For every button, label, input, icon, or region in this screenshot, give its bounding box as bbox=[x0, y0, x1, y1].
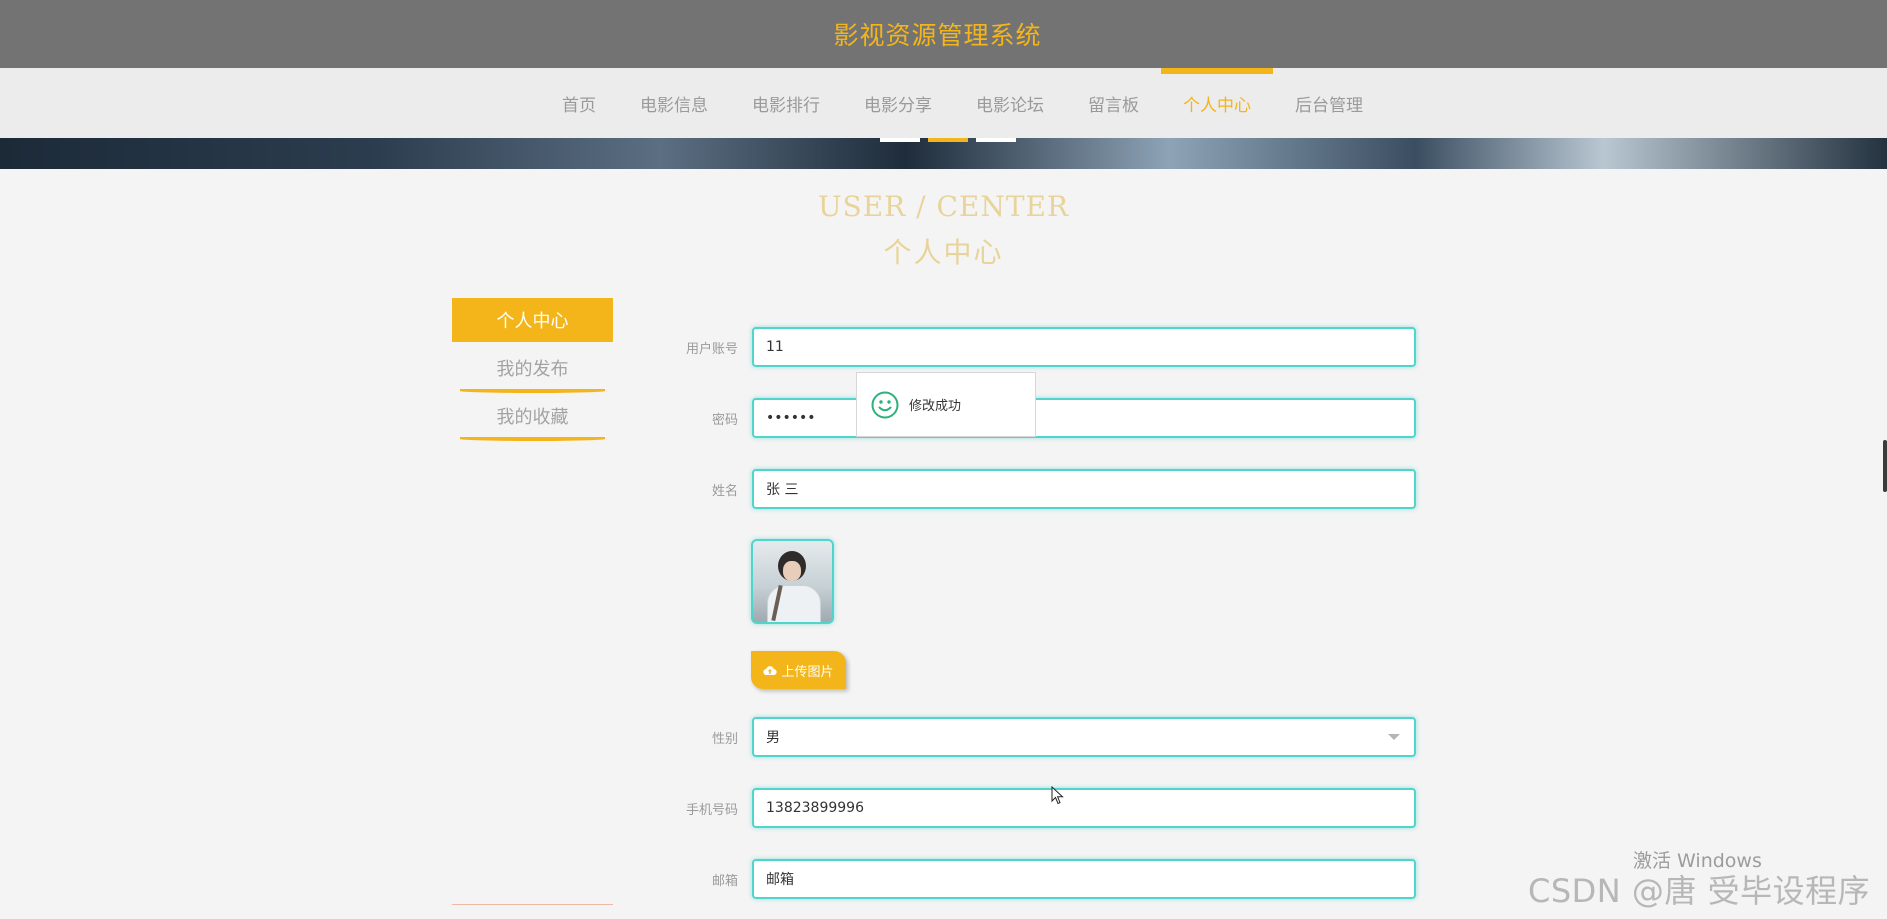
nav-item-home[interactable]: 首页 bbox=[540, 68, 618, 138]
form-row-gender: 性别 男 bbox=[660, 717, 1416, 757]
gender-select[interactable]: 男 bbox=[752, 717, 1416, 757]
section-title-cn: 个人中心 bbox=[883, 236, 1004, 269]
email-input[interactable]: 邮箱 bbox=[752, 859, 1416, 899]
success-toast: 修改成功 bbox=[856, 372, 1036, 437]
main-nav: 首页 电影信息 电影排行 电影分享 电影论坛 留言板 个人中心 后台管理 bbox=[0, 68, 1887, 138]
mouse-cursor-icon bbox=[1051, 786, 1064, 805]
password-label: 密码 bbox=[711, 412, 738, 428]
upload-image-button[interactable]: 上传图片 bbox=[751, 651, 846, 689]
account-input[interactable]: 11 bbox=[752, 327, 1416, 367]
section-title-en: USER / CENTER bbox=[817, 190, 1070, 223]
banner-image bbox=[0, 138, 1887, 169]
nav-item-movie-forum[interactable]: 电影论坛 bbox=[954, 68, 1066, 138]
account-label: 用户账号 bbox=[685, 341, 738, 357]
banner-indicator[interactable] bbox=[880, 138, 920, 142]
nav-item-movie-info[interactable]: 电影信息 bbox=[618, 68, 730, 138]
gender-selected-value: 男 bbox=[766, 730, 780, 746]
email-label: 邮箱 bbox=[711, 873, 738, 889]
password-input[interactable]: •••••• bbox=[752, 398, 1416, 438]
sidebar-item-my-posts[interactable]: 我的发布 bbox=[452, 346, 613, 393]
gender-label: 性别 bbox=[711, 731, 738, 747]
nav-item-user-center[interactable]: 个人中心 bbox=[1161, 68, 1273, 138]
name-label: 姓名 bbox=[711, 483, 738, 499]
form-row-email: 邮箱 邮箱 bbox=[660, 859, 1416, 899]
site-title: 影视资源管理系统 bbox=[833, 21, 1042, 50]
nav-item-admin[interactable]: 后台管理 bbox=[1273, 68, 1385, 138]
form-row-password: 密码 •••••• bbox=[660, 398, 1416, 438]
sidebar-item-my-favorites[interactable]: 我的收藏 bbox=[452, 394, 613, 441]
upload-image-label: 上传图片 bbox=[781, 664, 834, 680]
user-sidebar: 个人中心 我的发布 我的收藏 bbox=[452, 298, 613, 442]
phone-input[interactable]: 13823899996 bbox=[752, 788, 1416, 828]
chevron-down-icon bbox=[1388, 734, 1400, 740]
form-row-phone: 手机号码 13823899996 bbox=[660, 788, 1416, 828]
banner-indicator[interactable] bbox=[976, 138, 1016, 142]
form-row-account: 用户账号 11 bbox=[660, 327, 1416, 367]
nav-item-message-board[interactable]: 留言板 bbox=[1066, 68, 1161, 138]
nav-item-movie-share[interactable]: 电影分享 bbox=[842, 68, 954, 138]
sidebar-item-user-center[interactable]: 个人中心 bbox=[452, 298, 613, 342]
toast-message: 修改成功 bbox=[909, 399, 962, 414]
smile-icon bbox=[871, 391, 899, 418]
sidebar-divider bbox=[452, 904, 613, 905]
phone-label: 手机号码 bbox=[685, 802, 738, 818]
cloud-upload-icon bbox=[763, 665, 778, 675]
nav-item-movie-ranking[interactable]: 电影排行 bbox=[730, 68, 842, 138]
banner-indicators bbox=[880, 138, 1016, 142]
name-input[interactable]: 张 三 bbox=[752, 469, 1416, 509]
section-heading: USER / CENTER 个人中心 bbox=[0, 190, 1887, 271]
avatar bbox=[751, 539, 834, 624]
banner-indicator-active[interactable] bbox=[928, 138, 968, 142]
scrollbar-thumb[interactable] bbox=[1883, 440, 1887, 492]
avatar-face bbox=[783, 561, 801, 581]
csdn-watermark: CSDN @唐 受毕设程序 bbox=[1528, 872, 1871, 910]
form-row-name: 姓名 张 三 bbox=[660, 469, 1416, 509]
top-header: 影视资源管理系统 bbox=[0, 0, 1887, 68]
nav-list: 首页 电影信息 电影排行 电影分享 电影论坛 留言板 个人中心 后台管理 bbox=[540, 68, 1385, 138]
